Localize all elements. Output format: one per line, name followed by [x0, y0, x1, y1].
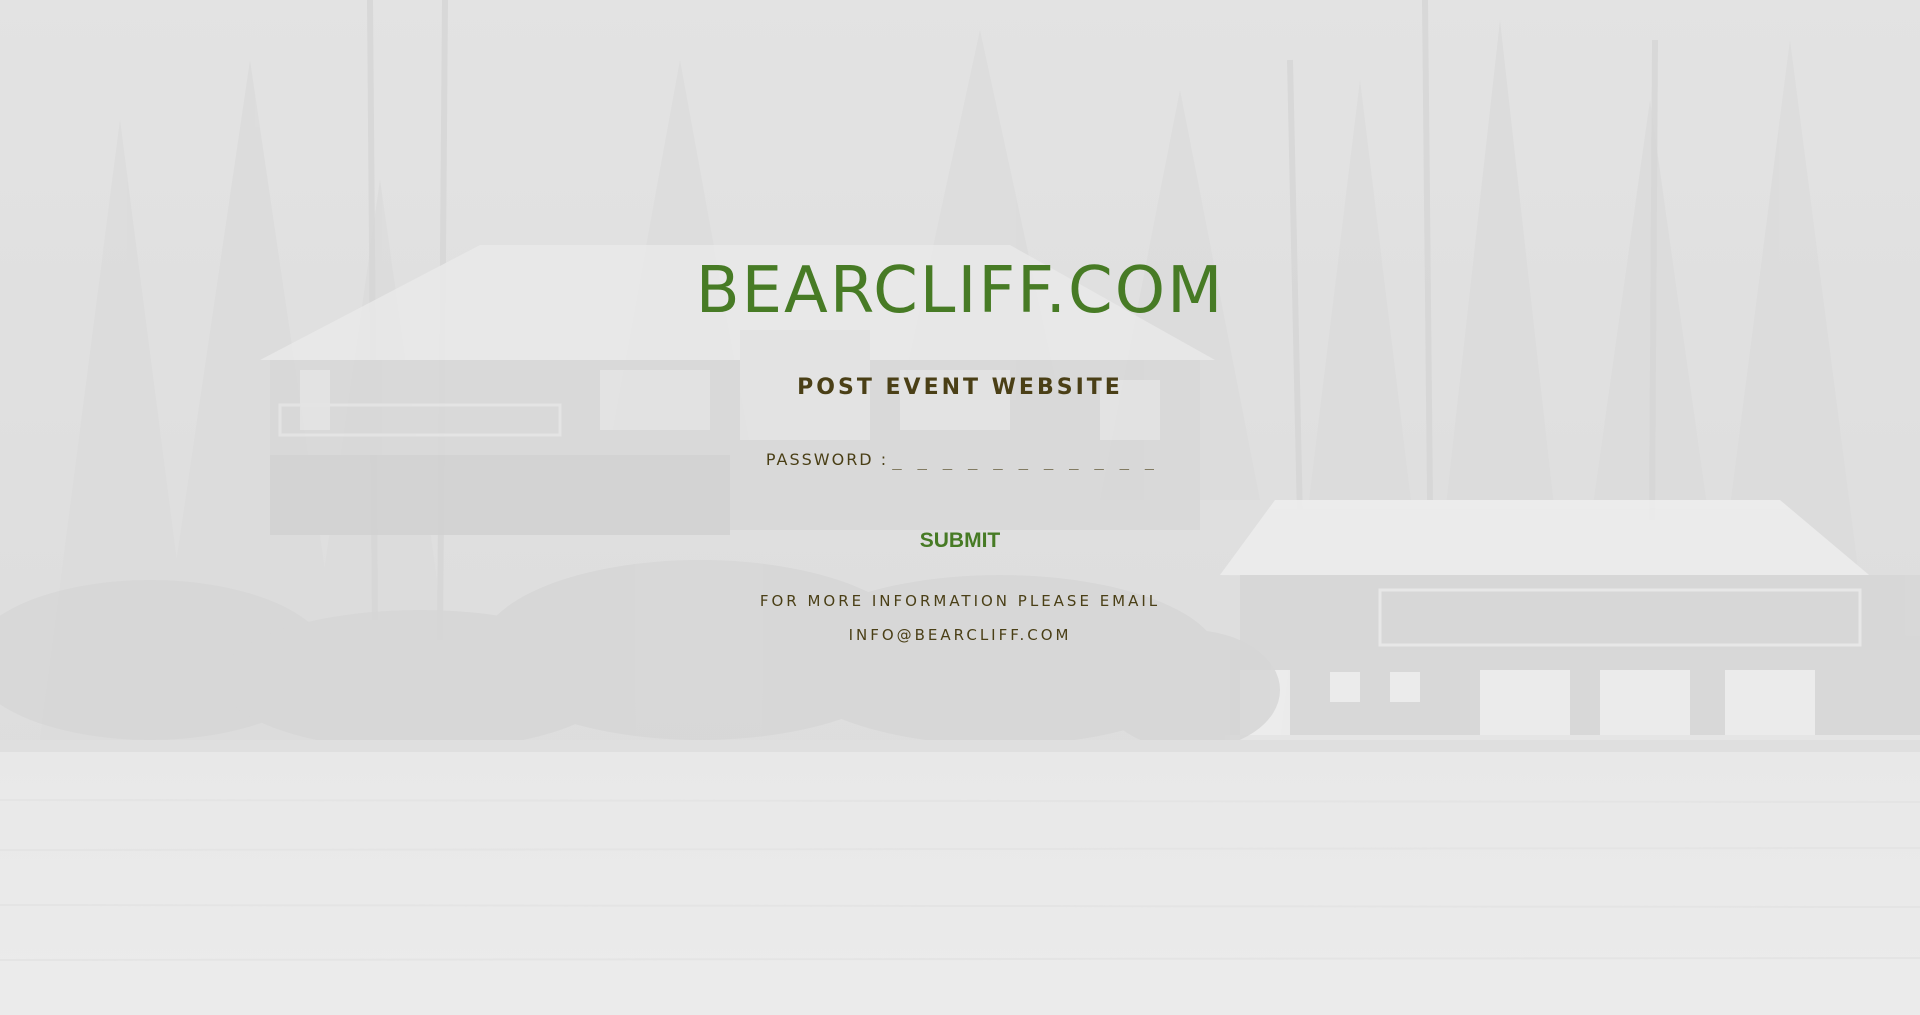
password-gate: BEARCLIFF.COM POST EVENT WEBSITE PASSWOR…: [0, 0, 1920, 1015]
contact-email: INFO@BEARCLIFF.COM: [848, 626, 1072, 644]
page-subtitle: POST EVENT WEBSITE: [797, 375, 1123, 400]
submit-button[interactable]: SUBMIT: [860, 524, 1060, 558]
password-label: PASSWORD :: [765, 450, 889, 469]
password-input[interactable]: [892, 447, 1155, 473]
info-text: FOR MORE INFORMATION PLEASE EMAIL: [759, 592, 1161, 610]
site-title: BEARCLIFF.COM: [695, 254, 1225, 328]
password-row: PASSWORD :: [0, 447, 1920, 473]
